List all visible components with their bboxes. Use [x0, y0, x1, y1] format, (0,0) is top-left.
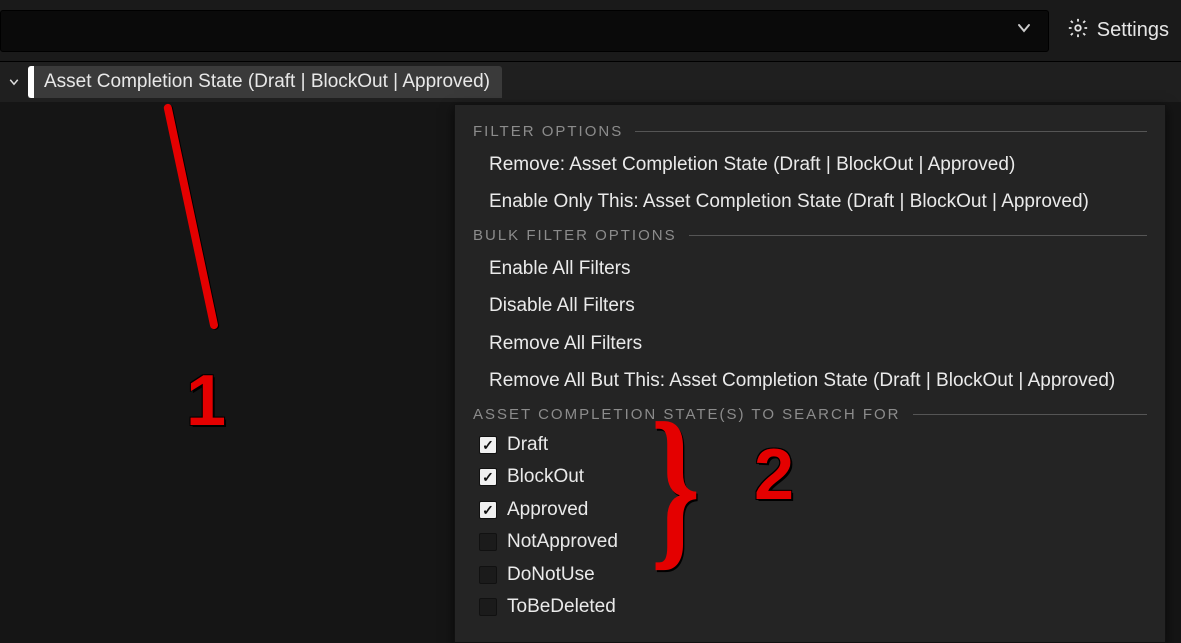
checkbox-label: BlockOut — [507, 463, 584, 492]
state-checkbox-tobedeleted[interactable]: ToBeDeleted — [455, 591, 1165, 624]
gear-icon — [1067, 17, 1089, 45]
menu-item-remove-all-but-this[interactable]: Remove All But This: Asset Completion St… — [455, 362, 1165, 399]
filter-chip-asset-completion[interactable]: Asset Completion State (Draft | BlockOut… — [28, 66, 502, 98]
menu-item-enable-only-this[interactable]: Enable Only This: Asset Completion State… — [455, 183, 1165, 220]
section-filter-options: FILTER OPTIONS — [455, 117, 1165, 146]
chip-label: Asset Completion State (Draft | BlockOut… — [44, 71, 490, 93]
state-checkbox-blockout[interactable]: BlockOut — [455, 461, 1165, 494]
checkbox-icon[interactable] — [479, 533, 497, 551]
annotation-line-1 — [163, 103, 219, 330]
menu-item-remove-filter[interactable]: Remove: Asset Completion State (Draft | … — [455, 146, 1165, 183]
menu-item-enable-all[interactable]: Enable All Filters — [455, 250, 1165, 287]
state-checkbox-donotuse[interactable]: DoNotUse — [455, 559, 1165, 592]
section-header: ASSET COMPLETION STATE(S) TO SEARCH FOR — [473, 406, 901, 423]
section-header: BULK FILTER OPTIONS — [473, 227, 677, 244]
checkbox-icon[interactable] — [479, 598, 497, 616]
checkbox-label: ToBeDeleted — [507, 593, 616, 622]
annotation-number-1: 1 — [186, 360, 226, 442]
chevron-down-icon[interactable] — [0, 76, 28, 88]
state-checkbox-notapproved[interactable]: NotApproved — [455, 526, 1165, 559]
search-input[interactable] — [0, 10, 1049, 52]
settings-button[interactable]: Settings — [1067, 17, 1169, 45]
divider — [913, 414, 1148, 415]
section-bulk-filter-options: BULK FILTER OPTIONS — [455, 221, 1165, 250]
chip-accent-bar — [28, 66, 34, 98]
checkbox-label: Draft — [507, 431, 548, 460]
chevron-down-icon[interactable] — [1010, 20, 1038, 41]
checkbox-label: NotApproved — [507, 528, 618, 557]
checkbox-label: DoNotUse — [507, 561, 595, 590]
state-checkbox-draft[interactable]: Draft — [455, 429, 1165, 462]
checkbox-icon[interactable] — [479, 501, 497, 519]
section-states-to-search: ASSET COMPLETION STATE(S) TO SEARCH FOR — [455, 400, 1165, 429]
menu-item-disable-all[interactable]: Disable All Filters — [455, 287, 1165, 324]
checkbox-icon[interactable] — [479, 566, 497, 584]
menu-item-remove-all[interactable]: Remove All Filters — [455, 325, 1165, 362]
checkbox-icon[interactable] — [479, 436, 497, 454]
state-checkbox-approved[interactable]: Approved — [455, 494, 1165, 527]
filter-context-menu: FILTER OPTIONS Remove: Asset Completion … — [454, 104, 1166, 643]
section-header: FILTER OPTIONS — [473, 123, 623, 140]
divider — [689, 235, 1147, 236]
filter-chip-row: Asset Completion State (Draft | BlockOut… — [0, 62, 1181, 102]
divider — [635, 131, 1147, 132]
checkbox-icon[interactable] — [479, 468, 497, 486]
top-bar: Settings — [0, 0, 1181, 62]
checkbox-label: Approved — [507, 496, 588, 525]
settings-label: Settings — [1097, 19, 1169, 42]
